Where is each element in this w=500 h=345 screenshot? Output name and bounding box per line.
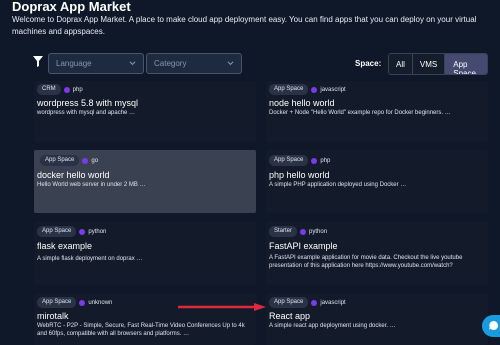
app-card[interactable]: App Space php php hello world A simple PH…: [266, 150, 488, 213]
app-card[interactable]: Starter python FastAPI example A FastAPI …: [266, 221, 488, 285]
app-type-badge: App Space: [269, 297, 309, 308]
category-select-placeholder: Category: [154, 59, 187, 68]
red-arrow-annotation: [178, 303, 266, 311]
space-option-app-space[interactable]: App Space: [445, 54, 487, 74]
app-type-badge: App Space: [37, 297, 77, 308]
app-title: docker hello world: [37, 170, 110, 180]
language-label: unknown: [88, 299, 113, 306]
app-card[interactable]: App Space unknown mirotalk WebRTC - P2P -…: [34, 293, 256, 345]
app-title: FastAPI example: [269, 241, 338, 251]
app-description: WebRTC - P2P - Simple, Secure, Fast Real…: [37, 323, 245, 337]
app-card[interactable]: App Space javascript node hello world Doc…: [266, 81, 488, 142]
language-dot-icon: [311, 86, 318, 93]
language-label: go: [91, 157, 99, 164]
language-select[interactable]: Language: [48, 53, 144, 74]
app-description: A simple PHP application deployed using …: [269, 182, 407, 188]
chevron-down-icon: [129, 61, 136, 66]
chat-bubble-icon: [489, 321, 498, 330]
language-dot-icon: [79, 228, 86, 235]
app-description: A FastAPI example application for movie …: [269, 255, 463, 269]
app-description: Hello World web server in under 2 MB …: [37, 182, 146, 188]
language-dot-icon: [311, 299, 318, 306]
app-type-badge: App Space: [40, 155, 80, 166]
app-type-badge: CRM: [37, 84, 61, 95]
language-label: php: [72, 86, 83, 93]
app-title: React app: [269, 311, 311, 321]
app-title: flask example: [37, 241, 93, 251]
page-title: Doprax App Market: [12, 0, 131, 14]
app-type-badge: Starter: [269, 226, 298, 237]
language-dot-icon: [79, 299, 86, 306]
intro-text: Welcome to Doprax App Market. A place to…: [12, 15, 477, 36]
app-description: A simple react app deployment using dock…: [269, 323, 396, 329]
category-select[interactable]: Category: [146, 53, 242, 74]
app-description: Docker + Node "Hello World" example repo…: [269, 110, 451, 116]
space-option-all[interactable]: All: [389, 54, 413, 74]
app-card[interactable]: CRM php wordpress 5.8 with mysql wordpres…: [34, 81, 256, 142]
language-label: javascript: [320, 299, 346, 306]
app-card[interactable]: App Space go docker hello world Hello Wor…: [34, 150, 256, 213]
language-select-placeholder: Language: [56, 59, 92, 68]
app-title: mirotalk: [37, 311, 69, 321]
filter-bar: Language Category Space: All VMS App Spa…: [33, 53, 488, 75]
space-label: Space:: [355, 59, 382, 68]
app-title: wordpress 5.8 with mysql: [37, 98, 139, 108]
app-card[interactable]: App Space python flask example A simple f…: [34, 221, 256, 285]
app-description: wordpress with mysql and apache …: [37, 110, 136, 116]
app-type-badge: App Space: [269, 155, 309, 166]
space-toggle: All VMS App Space: [388, 53, 488, 75]
language-label: python: [88, 228, 107, 235]
chat-button[interactable]: [482, 315, 500, 337]
language-label: php: [320, 157, 331, 164]
chevron-down-icon: [227, 61, 234, 66]
app-type-badge: App Space: [269, 84, 309, 95]
filter-icon[interactable]: [33, 56, 43, 67]
app-type-badge: App Space: [37, 226, 77, 237]
app-card[interactable]: App Space javascript React app A simple r…: [266, 293, 488, 345]
space-option-vms[interactable]: VMS: [412, 54, 446, 74]
language-dot-icon: [311, 157, 318, 164]
language-label: python: [309, 228, 328, 235]
app-description: A simple flask deployment on doprax …: [37, 256, 143, 262]
app-title: php hello world: [269, 170, 330, 180]
language-dot-icon: [82, 157, 89, 164]
language-dot-icon: [300, 228, 307, 235]
language-label: javascript: [320, 86, 346, 93]
language-dot-icon: [63, 86, 70, 93]
app-title: node hello world: [269, 98, 335, 108]
